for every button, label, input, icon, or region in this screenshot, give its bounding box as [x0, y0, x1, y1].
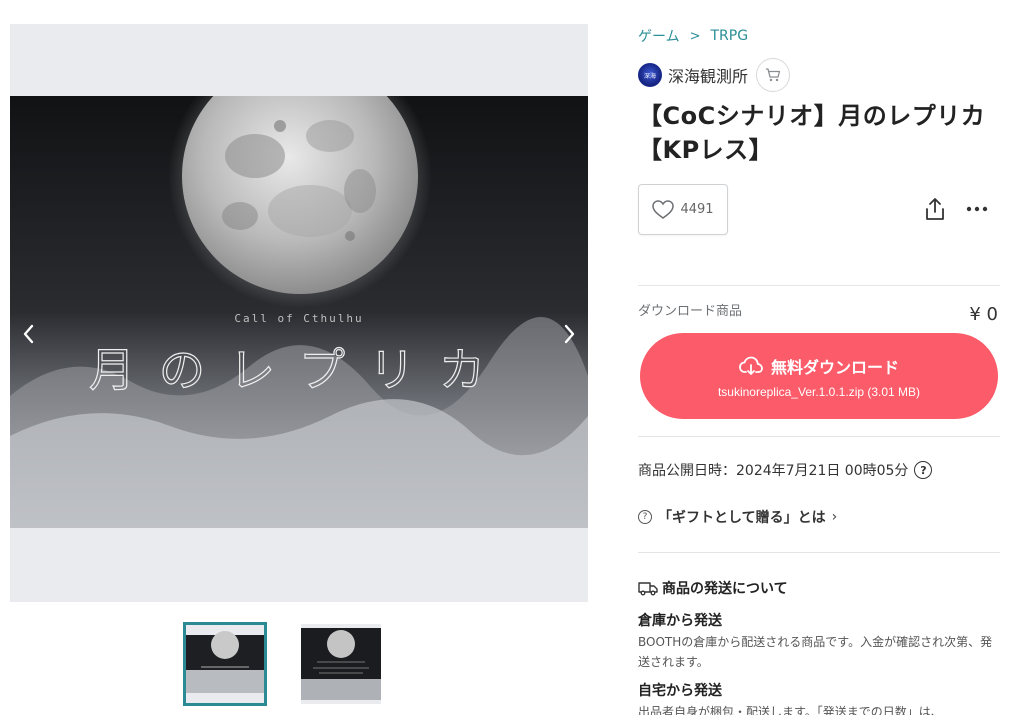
divider [638, 552, 1000, 553]
thumbnail-strip [0, 622, 598, 708]
gallery-prev-button[interactable] [14, 314, 44, 354]
price: ¥ 0 [969, 304, 998, 325]
chevron-right-icon [564, 324, 575, 344]
thumbnail-1[interactable] [183, 622, 267, 706]
shipping-warehouse-title: 倉庫から発送 [638, 613, 722, 629]
shop-avatar-label: 深海 [643, 72, 656, 80]
free-download-button[interactable]: 無料ダウンロード tsukinoreplica_Ver.1.0.1.zip (3… [640, 333, 998, 419]
thumbnail-image [186, 625, 264, 703]
shop-cart-button[interactable] [756, 58, 791, 92]
download-info-row: ダウンロード商品 ¥ 0 [638, 300, 1000, 325]
download-button-label: 無料ダウンロード [770, 357, 899, 377]
breadcrumb-game[interactable]: ゲーム [638, 26, 680, 46]
share-icon [926, 198, 944, 220]
thumbnail-image [301, 624, 381, 704]
like-button[interactable]: 4491 [638, 184, 728, 235]
main-image-viewer: Call of Cthulhu 月のレプリカ [10, 24, 588, 602]
thumbnail-2[interactable] [301, 624, 381, 704]
share-button[interactable] [922, 196, 948, 222]
shipping-heading: 商品の発送について [638, 578, 788, 598]
download-file-name: tsukinoreplica_Ver.1.0.1.zip (3.01 MB) [717, 384, 921, 399]
like-count: 4491 [680, 202, 714, 217]
gift-info-link[interactable]: ? 「ギフトとして贈る」とは › [638, 507, 837, 527]
cover-caption: Call of Cthulhu [234, 312, 363, 325]
truck-icon [638, 582, 658, 596]
published-date-text: 商品公開日時：2024年7月21日 00時05分 [638, 463, 909, 479]
shop-info: 深海 深海観測所 [638, 58, 791, 92]
chevron-left-icon [23, 324, 34, 344]
cover-title: 月のレプリカ [89, 343, 509, 397]
cart-icon [766, 68, 781, 82]
product-title: 【CoCシナリオ】月のレプリカ【KPレス】 [638, 102, 986, 164]
question-circle-icon: ? [638, 510, 652, 524]
breadcrumb-separator: > [689, 28, 701, 44]
shipping-home: 自宅から発送 出品者自身が梱包・配送します。「発送までの日数」は、 [638, 680, 1000, 715]
shipping-warehouse: 倉庫から発送 BOOTHの倉庫から配送される商品です。入金が確認され次第、発送さ… [638, 610, 1000, 672]
more-options-button[interactable] [964, 196, 990, 222]
shop-name[interactable]: 深海観測所 [668, 63, 748, 87]
gallery-next-button[interactable] [554, 314, 584, 354]
chevron-right-icon: › [831, 509, 838, 525]
more-horizontal-icon [966, 206, 988, 212]
published-date: 商品公開日時：2024年7月21日 00時05分 ? [638, 460, 933, 480]
shipping-heading-text: 商品の発送について [662, 581, 788, 597]
product-type-label: ダウンロード商品 [638, 304, 743, 319]
divider [638, 285, 1000, 286]
heart-icon [652, 199, 675, 219]
help-icon[interactable]: ? [914, 461, 933, 479]
download-button-main: 無料ダウンロード [739, 354, 899, 378]
shipping-home-desc: 出品者自身が梱包・配送します。「発送までの日数」は、 [638, 705, 943, 715]
shop-avatar[interactable]: 深海 [638, 63, 662, 87]
breadcrumb-trpg[interactable]: TRPG [711, 28, 749, 44]
shipping-home-title: 自宅から発送 [638, 683, 722, 699]
product-cover-image: Call of Cthulhu 月のレプリカ [10, 96, 588, 528]
divider [638, 436, 1000, 437]
cloud-download-icon [739, 356, 763, 375]
gift-info-text: 「ギフトとして贈る」とは [658, 510, 826, 526]
shipping-warehouse-desc: BOOTHの倉庫から配送される商品です。入金が確認され次第、発送されます。 [638, 635, 993, 669]
breadcrumb: ゲーム > TRPG [638, 26, 748, 46]
